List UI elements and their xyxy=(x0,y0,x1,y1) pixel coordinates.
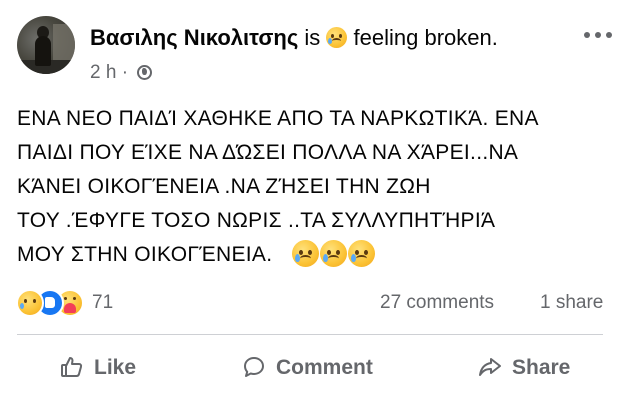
post-body-last-line: ΜΟΥ ΣΤΗΝ ΟΙΚΟΓΈΝΕΙΑ. xyxy=(17,238,607,272)
comments-count[interactable]: 27 comments xyxy=(380,291,494,315)
author-name[interactable]: Βασιλης Νικολιτσης xyxy=(90,25,298,50)
post-body: ΕΝΑ ΝΕΟ ΠΑΙΔΊ ΧΑΘΗΚΕ ΑΠΟ ΤΑ ΝΑΡΚΩΤΙΚΆ. Ε… xyxy=(17,102,607,272)
post-time[interactable]: 2 h · xyxy=(90,62,128,83)
avatar-person-body xyxy=(35,36,51,66)
post-body-line: ΚΆΝΕΙ ΟΙΚΟΓΈΝΕΙΑ .ΝΑ ΖΉΣΕΙ ΤΗΝ ΖΩΗ xyxy=(17,175,431,198)
post-body-line: ΤΟΥ .ΈΦΥΓΕ ΤΟΣΟ ΝΩΡΙΣ ..ΤΑ ΣΥΛΛΥΠΗΤΉΡΙΆ xyxy=(17,209,496,232)
sad-tear-face-icon xyxy=(291,240,319,267)
like-label: Like xyxy=(94,356,137,379)
more-options-icon[interactable] xyxy=(584,30,614,40)
comment-label: Comment xyxy=(276,356,373,379)
share-label: Share xyxy=(512,356,571,379)
post-body-line: ΠΑΙΔΙ ΠΟΥ ΕΊΧΕ ΝΑ ΔΏΣΕΙ ΠΟΛΛΑ ΝΑ ΧΆΡΕΙ..… xyxy=(17,141,519,164)
feeling-label[interactable]: feeling broken. xyxy=(354,25,498,50)
sad-tear-face-icon xyxy=(319,240,347,267)
sad-face-icon xyxy=(326,27,348,48)
reactions-count[interactable]: 71 xyxy=(92,291,113,315)
avatar-background xyxy=(53,24,75,64)
share-arrow-icon xyxy=(479,358,501,376)
avatar[interactable] xyxy=(17,16,75,74)
sad-reaction-icon xyxy=(16,289,44,317)
sad-tear-face-icon xyxy=(347,240,375,267)
comment-button[interactable]: Comment xyxy=(242,350,373,386)
post-body-line: ΜΟΥ ΣΤΗΝ ΟΙΚΟΓΈΝΕΙΑ. xyxy=(17,243,273,266)
post-meta: 2 h · xyxy=(90,61,153,85)
feeling-prefix: is xyxy=(304,25,321,50)
facebook-post: Βασιλης Νικολιτσης is feeling broken. 2 … xyxy=(0,0,620,401)
like-button[interactable]: Like xyxy=(60,350,136,386)
comment-bubble-icon xyxy=(244,357,264,377)
thumbs-up-icon xyxy=(61,357,83,377)
post-body-line: ΕΝΑ ΝΕΟ ΠΑΙΔΊ ΧΑΘΗΚΕ ΑΠΟ ΤΑ ΝΑΡΚΩΤΙΚΆ. Ε… xyxy=(17,107,539,130)
post-header: Βασιλης Νικολιτσης is feeling broken. xyxy=(90,24,498,52)
divider xyxy=(17,334,603,335)
globe-icon[interactable] xyxy=(137,65,153,80)
shares-count[interactable]: 1 share xyxy=(540,291,603,315)
share-button[interactable]: Share xyxy=(478,350,570,386)
